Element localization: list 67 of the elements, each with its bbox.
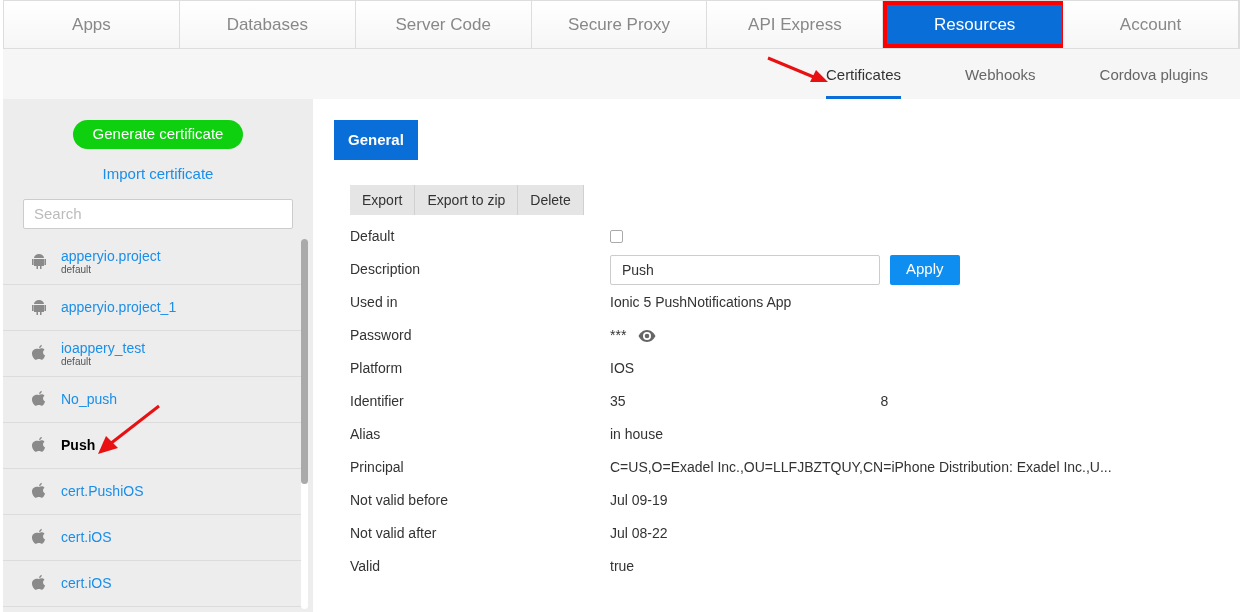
apple-icon — [31, 482, 47, 500]
nav-tab[interactable]: Databases — [179, 1, 356, 48]
field-label: Valid — [350, 557, 382, 576]
certificate-item[interactable]: cert.PushiOS — [3, 468, 301, 515]
toolbar-button[interactable]: Delete — [518, 185, 584, 215]
field-value: true — [610, 557, 635, 576]
field-value: C=US,O=Exadel Inc.,OU=LLFJBZTQUY,CN=iPhone Distribution: Exadel Inc.,U... — [610, 458, 1112, 477]
sub-tab[interactable]: Webhooks — [965, 63, 1036, 99]
general-tab[interactable]: General — [334, 120, 418, 160]
default-checkbox[interactable] — [610, 230, 623, 243]
certificate-name: apperyio.project_1 — [61, 298, 177, 316]
apply-button[interactable]: Apply — [890, 254, 960, 285]
field-value: Jul 08-22 — [610, 524, 668, 543]
toolbar-button[interactable]: Export to zip — [415, 185, 519, 215]
password-value: *** — [610, 326, 627, 345]
toolbar-button[interactable]: Export — [350, 185, 416, 215]
android-icon — [31, 252, 47, 270]
scrollbar[interactable] — [301, 238, 308, 609]
nav-tab[interactable]: Secure Proxy — [531, 1, 708, 48]
apple-icon — [31, 528, 47, 546]
field-value: IOS — [610, 359, 635, 378]
sub-tab[interactable]: Cordova plugins — [1099, 63, 1208, 99]
description-field[interactable]: Push — [610, 254, 880, 285]
apple-icon — [31, 436, 47, 454]
search-field[interactable]: Search — [23, 198, 293, 229]
certificate-item[interactable]: cert.iOS — [3, 560, 301, 607]
field-label: Platform — [350, 359, 404, 378]
nav-tab[interactable]: Apps — [4, 1, 180, 48]
field-value: 8 — [880, 392, 889, 411]
field-value: in house — [610, 425, 663, 444]
certificate-item[interactable]: cert.iOS — [3, 514, 301, 561]
sub-tab[interactable]: Certificates — [825, 63, 901, 99]
apple-icon — [31, 574, 47, 592]
field-label: Default — [350, 227, 396, 246]
field-label: Principal — [350, 458, 405, 477]
certificate-name: cert.PushiOS — [61, 482, 144, 500]
certificate-name: cert.iOS — [61, 528, 112, 546]
field-value: Jul 09-19 — [610, 491, 668, 510]
certificate-name: No_push — [61, 390, 118, 408]
default-note: default — [61, 265, 93, 275]
certificate-item[interactable]: apperyio.project_1 — [3, 284, 301, 331]
certificate-item[interactable]: apperyio.project default — [3, 238, 301, 285]
eye-icon[interactable] — [638, 329, 657, 342]
nav-tab[interactable]: Server Code — [355, 1, 532, 48]
import-certificate-link[interactable]: Import certificate — [102, 163, 214, 186]
android-icon — [31, 298, 47, 316]
field-label: Description — [350, 260, 422, 279]
field-value: Ionic 5 PushNotifications App — [610, 293, 792, 312]
certificate-item[interactable]: No_push — [3, 376, 301, 423]
field-label: Alias — [350, 425, 382, 444]
apple-icon — [31, 390, 47, 408]
nav-tab[interactable]: Account — [1063, 1, 1239, 48]
apple-icon — [31, 344, 47, 362]
certificate-name: apperyio.project — [61, 247, 161, 265]
default-note: default — [61, 357, 93, 367]
certificate-name: Push — [61, 436, 96, 454]
field-value: 35 — [610, 392, 626, 411]
field-label: Not valid after — [350, 524, 438, 543]
field-label: Password — [350, 326, 413, 345]
certificate-name: cert.iOS — [61, 574, 112, 592]
generate-certificate-button[interactable]: Generate certificate — [72, 120, 244, 149]
field-label: Identifier — [350, 392, 405, 411]
field-label: Not valid before — [350, 491, 450, 510]
field-label: Used in — [350, 293, 399, 312]
certificate-item[interactable]: ioappery_test default — [3, 330, 301, 377]
certificate-name: ioappery_test — [61, 339, 146, 357]
nav-tab[interactable]: Resources — [883, 1, 1064, 48]
